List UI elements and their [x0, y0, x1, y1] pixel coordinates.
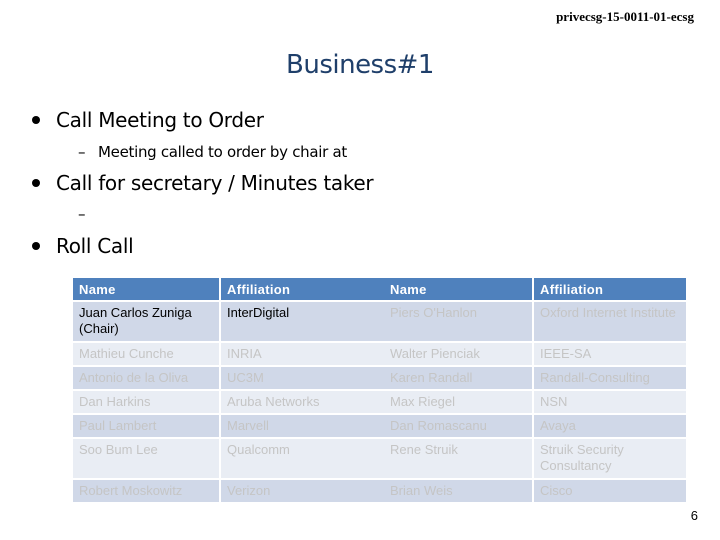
bullet-secretary: Call for secretary / Minutes taker — [30, 171, 374, 195]
roll-call-table-left: Name Affiliation Juan Carlos Zuniga (Cha… — [71, 276, 386, 504]
table-row: Karen Randall Randall-Consulting — [384, 367, 686, 389]
member-name: Brian Weis — [384, 480, 532, 502]
table-row: Max Riegel NSN — [384, 391, 686, 413]
table-row: Rene Struik Struik Security Consultancy — [384, 439, 686, 478]
member-name: Karen Randall — [384, 367, 532, 389]
member-affiliation: Randall-Consulting — [534, 367, 686, 389]
bullet-text: Roll Call — [56, 234, 134, 258]
table-row: Juan Carlos Zuniga (Chair) InterDigital — [73, 302, 384, 341]
column-header-affiliation: Affiliation — [221, 278, 384, 300]
table-row: Mathieu Cunche INRIA — [73, 343, 384, 365]
sub-bullet-secretary: – — [78, 205, 98, 223]
member-affiliation: Marvell — [221, 415, 384, 437]
roll-call-table-right: Name Affiliation Piers O'Hanlon Oxford In… — [382, 276, 688, 504]
column-header-affiliation: Affiliation — [534, 278, 686, 300]
column-header-name: Name — [73, 278, 219, 300]
bullet-icon — [32, 178, 40, 187]
table-row: Paul Lambert Marvell — [73, 415, 384, 437]
table-row: Antonio de la Oliva UC3M — [73, 367, 384, 389]
member-affiliation: Aruba Networks — [221, 391, 384, 413]
table-row: Soo Bum Lee Qualcomm — [73, 439, 384, 478]
document-id: privecsg-15-0011-01-ecsg — [556, 9, 694, 24]
table-row: Dan Harkins Aruba Networks — [73, 391, 384, 413]
member-name: Max Riegel — [384, 391, 532, 413]
member-name: Juan Carlos Zuniga (Chair) — [73, 302, 219, 341]
member-affiliation: IEEE-SA — [534, 343, 686, 365]
dash-icon: – — [78, 143, 86, 161]
bullet-icon — [32, 241, 40, 250]
member-name: Antonio de la Oliva — [73, 367, 219, 389]
member-affiliation: UC3M — [221, 367, 384, 389]
column-header-name: Name — [384, 278, 532, 300]
table-row: Walter Pienciak IEEE-SA — [384, 343, 686, 365]
member-affiliation: Avaya — [534, 415, 686, 437]
member-name: Rene Struik — [384, 439, 532, 478]
member-name: Paul Lambert — [73, 415, 219, 437]
member-name: Soo Bum Lee — [73, 439, 219, 478]
sub-bullet-called-to-order: – Meeting called to order by chair at — [78, 143, 347, 161]
table-row: Brian Weis Cisco — [384, 480, 686, 502]
member-affiliation: INRIA — [221, 343, 384, 365]
member-name: Robert Moskowitz — [73, 480, 219, 502]
bullet-text: Call for secretary / Minutes taker — [56, 171, 374, 195]
member-name: Mathieu Cunche — [73, 343, 219, 365]
table-row: Piers O'Hanlon Oxford Internet Institute — [384, 302, 686, 341]
member-affiliation: NSN — [534, 391, 686, 413]
member-affiliation: Oxford Internet Institute — [534, 302, 686, 341]
bullet-call-to-order: Call Meeting to Order — [30, 108, 264, 132]
sub-bullet-text: Meeting called to order by chair at — [98, 143, 347, 161]
member-affiliation: InterDigital — [221, 302, 384, 341]
table-row: Robert Moskowitz Verizon — [73, 480, 384, 502]
bullet-icon — [32, 115, 40, 124]
slide-title: Business#1 — [286, 50, 434, 80]
member-affiliation: Struik Security Consultancy — [534, 439, 686, 478]
member-affiliation: Cisco — [534, 480, 686, 502]
page-number: 6 — [690, 508, 698, 523]
member-name: Piers O'Hanlon — [384, 302, 532, 341]
table-row: Dan Romascanu Avaya — [384, 415, 686, 437]
member-affiliation: Qualcomm — [221, 439, 384, 478]
member-name: Dan Harkins — [73, 391, 219, 413]
bullet-roll-call: Roll Call — [30, 234, 134, 258]
member-name: Walter Pienciak — [384, 343, 532, 365]
dash-icon: – — [78, 205, 86, 223]
member-name: Dan Romascanu — [384, 415, 532, 437]
member-affiliation: Verizon — [221, 480, 384, 502]
bullet-text: Call Meeting to Order — [56, 108, 264, 132]
